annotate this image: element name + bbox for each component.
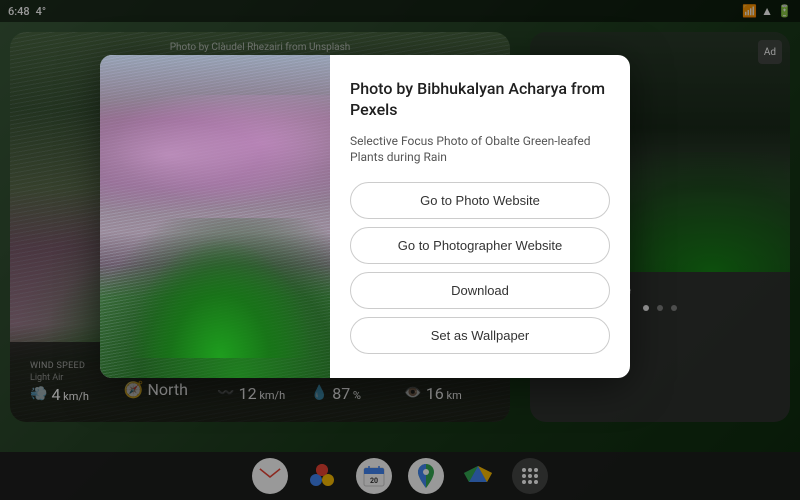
download-button[interactable]: Download <box>350 272 610 309</box>
photo-modal: Photo by Bibhukalyan Acharya from Pexels… <box>100 55 630 378</box>
modal-title: Photo by Bibhukalyan Acharya from Pexels <box>350 79 610 121</box>
set-as-wallpaper-button[interactable]: Set as Wallpaper <box>350 317 610 354</box>
go-to-photo-website-button[interactable]: Go to Photo Website <box>350 182 610 219</box>
modal-description: Selective Focus Photo of Obalte Green-le… <box>350 133 610 167</box>
modal-content: Photo by Bibhukalyan Acharya from Pexels… <box>330 55 630 378</box>
modal-image <box>100 55 330 378</box>
modal-overlay[interactable]: Photo by Bibhukalyan Acharya from Pexels… <box>0 0 800 500</box>
go-to-photographer-website-button[interactable]: Go to Photographer Website <box>350 227 610 264</box>
modal-buttons: Go to Photo Website Go to Photographer W… <box>350 182 610 354</box>
